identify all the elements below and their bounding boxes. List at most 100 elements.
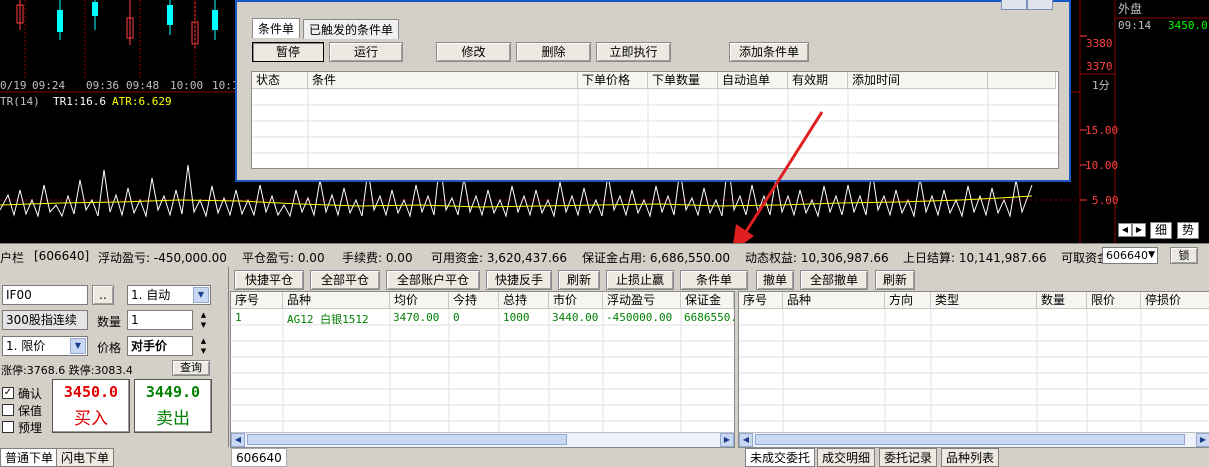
hedge-checkbox[interactable] [2,404,14,416]
preset-checkbox[interactable] [2,421,14,433]
column-header[interactable]: 品种 [283,292,390,309]
column-header[interactable]: 方向 [885,292,931,309]
sell-button[interactable]: 3449.0 卖出 [134,379,212,433]
browse-contract-button[interactable]: .. [92,285,114,305]
price-input[interactable]: 对手价 [127,336,193,356]
column-header[interactable]: 总持 [499,292,549,309]
column-header[interactable]: 下单数量 [648,72,718,89]
quantity-input[interactable]: 1 [127,310,193,330]
column-header[interactable]: 保证金 [681,292,734,309]
column-header[interactable]: 条件 [308,72,578,89]
pause-button[interactable]: 暂停 [252,42,324,62]
positions-hscrollbar[interactable]: ◀ ▶ [231,432,734,447]
lock-button[interactable]: 锁 [1170,247,1198,264]
cell-float-pl: -450000.00 [606,311,673,324]
column-header[interactable]: 停损价 [1141,292,1209,309]
scroll-right-icon[interactable]: ▶ [720,433,734,447]
window-minimize-icon[interactable] [1001,0,1027,10]
period-label[interactable]: 1分 [1092,77,1110,93]
column-header[interactable]: 自动追单 [718,72,788,89]
available-funds: 可用资金: 3,620,437.66 [431,251,568,265]
column-header[interactable]: 添加时间 [848,72,988,89]
scroll-right-icon[interactable]: ▶ [1132,223,1146,237]
condition-order-button[interactable]: 条件单 [680,270,748,290]
column-header[interactable]: 类型 [931,292,1037,309]
query-button[interactable]: 查询 [172,360,210,376]
cancel-order-button[interactable]: 撤单 [756,270,794,290]
column-header[interactable]: 市价 [549,292,603,309]
tab-account[interactable]: 606640 [231,448,287,467]
tab-condition-orders[interactable]: 条件单 [252,18,301,38]
confirm-checkbox[interactable]: ✓ [2,387,14,399]
condition-order-table[interactable]: 状态 条件 下单价格 下单数量 自动追单 有效期 添加时间 [251,71,1059,169]
quick-close-button[interactable]: 快捷平仓 [234,270,304,290]
positions-table[interactable]: 序号 品种 均价 今持 总持 市价 浮动盈亏 保证金 1 AG12 白银1512… [230,291,737,448]
float-pl: 浮动盈亏: -450,000.00 [98,251,227,265]
grid-lines [231,309,734,434]
column-header[interactable]: 浮动盈亏 [603,292,681,309]
time-label: 09:36 [86,79,120,92]
tab-order-history[interactable]: 委托记录 [879,448,938,467]
delete-button[interactable]: 删除 [516,42,591,62]
hedge-label: 保值 [18,404,43,418]
tab-triggered-orders[interactable]: 已触发的条件单 [303,19,400,39]
column-header[interactable]: 均价 [390,292,449,309]
cell-symbol: AG12 白银1512 [287,313,369,326]
column-header[interactable]: 有效期 [788,72,848,89]
column-header[interactable]: 数量 [1037,292,1087,309]
orders-table[interactable]: 序号 品种 方向 类型 数量 限价 停损价 ◀ ▶ [738,291,1209,448]
scroll-right-icon[interactable]: ▶ [1196,433,1209,447]
scroll-thumb[interactable] [755,434,1185,445]
scroll-left-icon[interactable]: ◀ [1118,223,1132,237]
column-header-blank [988,72,1056,89]
refresh-orders-button[interactable]: 刷新 [875,270,915,290]
fee: 手续费: 0.00 [342,251,413,265]
column-header[interactable]: 下单价格 [578,72,648,89]
account-select[interactable]: 606640 ▼ [1102,247,1158,264]
tab-trade-details[interactable]: 成交明细 [817,448,876,467]
quantity-stepper[interactable]: ▲ ▼ [197,310,210,330]
price-type-select[interactable]: 1. 限价 ▼ [2,336,88,356]
add-condition-order-button[interactable]: 添加条件单 [729,42,809,62]
cancel-all-button[interactable]: 全部撤单 [800,270,868,290]
modify-button[interactable]: 修改 [436,42,511,62]
grid-lines [739,309,1209,434]
window-close-icon[interactable] [1027,0,1053,10]
orders-hscrollbar[interactable]: ◀ ▶ [739,432,1209,447]
price-limits: 涨停:3768.6 跌停:3083.4 [1,364,133,377]
execute-now-button[interactable]: 立即执行 [596,42,671,62]
column-header[interactable]: 状态 [252,72,308,89]
price-label: 3380 [1086,37,1113,50]
close-all-accounts-button[interactable]: 全部账户平仓 [386,270,480,290]
scroll-left-icon[interactable]: ◀ [739,433,753,447]
tab-pending-orders[interactable]: 未成交委托 [745,448,816,467]
close-all-button[interactable]: 全部平仓 [310,270,380,290]
tab-normal-order[interactable]: 普通下单 [0,448,59,467]
account-select-value: 606640 [1106,249,1148,262]
buy-button[interactable]: 3450.0 买入 [52,379,130,433]
tab-trend[interactable]: 势 [1177,222,1200,239]
order-mode-value: 1. 自动 [131,288,171,302]
column-header[interactable]: 序号 [739,292,783,309]
quick-reverse-button[interactable]: 快捷反手 [486,270,552,290]
tab-flash-order[interactable]: 闪电下单 [56,448,115,467]
y-label: 5.00 [1092,194,1119,207]
order-mode-select[interactable]: 1. 自动 ▼ [127,285,211,305]
refresh-button[interactable]: 刷新 [558,270,600,290]
run-button[interactable]: 运行 [329,42,403,62]
contract-input[interactable]: IF00 [2,285,88,305]
column-header[interactable]: 序号 [231,292,283,309]
scroll-thumb[interactable] [247,434,567,445]
column-header[interactable]: 今持 [449,292,499,309]
sell-price: 3449.0 [145,383,201,401]
prev-settlement: 上日结算: 10,141,987.66 [903,251,1047,265]
column-header[interactable]: 限价 [1087,292,1141,309]
tab-detail[interactable]: 细 [1150,222,1173,239]
stop-loss-profit-button[interactable]: 止损止赢 [606,270,674,290]
column-header[interactable]: 品种 [783,292,885,309]
tick-scroll[interactable]: ◀ ▶ [1118,223,1148,237]
time-label: 09:48 [126,79,160,92]
tab-symbol-list[interactable]: 品种列表 [941,448,1000,467]
scroll-left-icon[interactable]: ◀ [231,433,245,447]
price-stepper[interactable]: ▲ ▼ [197,336,210,356]
